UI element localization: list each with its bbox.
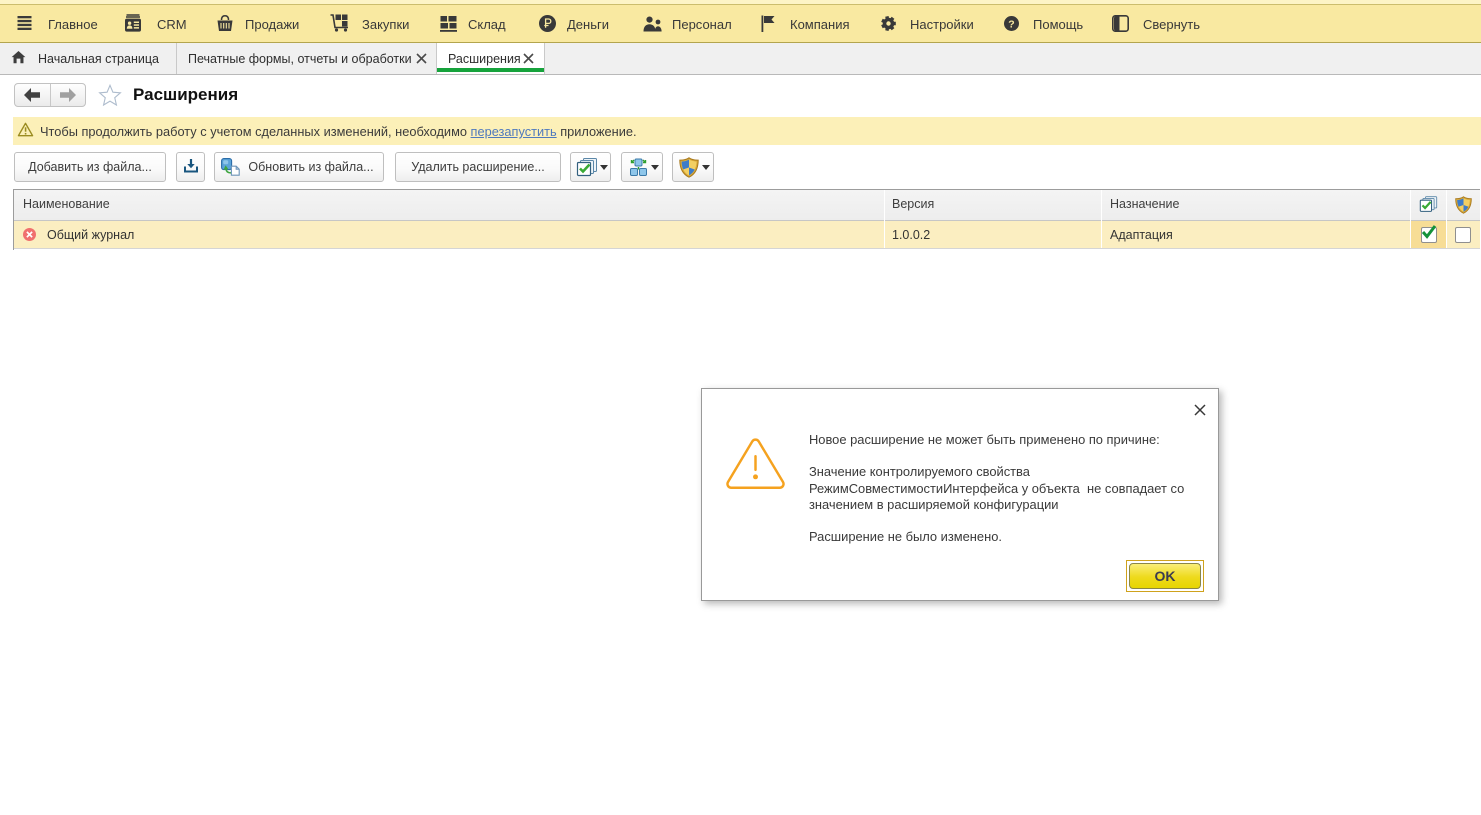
svg-text:?: ? (1008, 18, 1014, 30)
